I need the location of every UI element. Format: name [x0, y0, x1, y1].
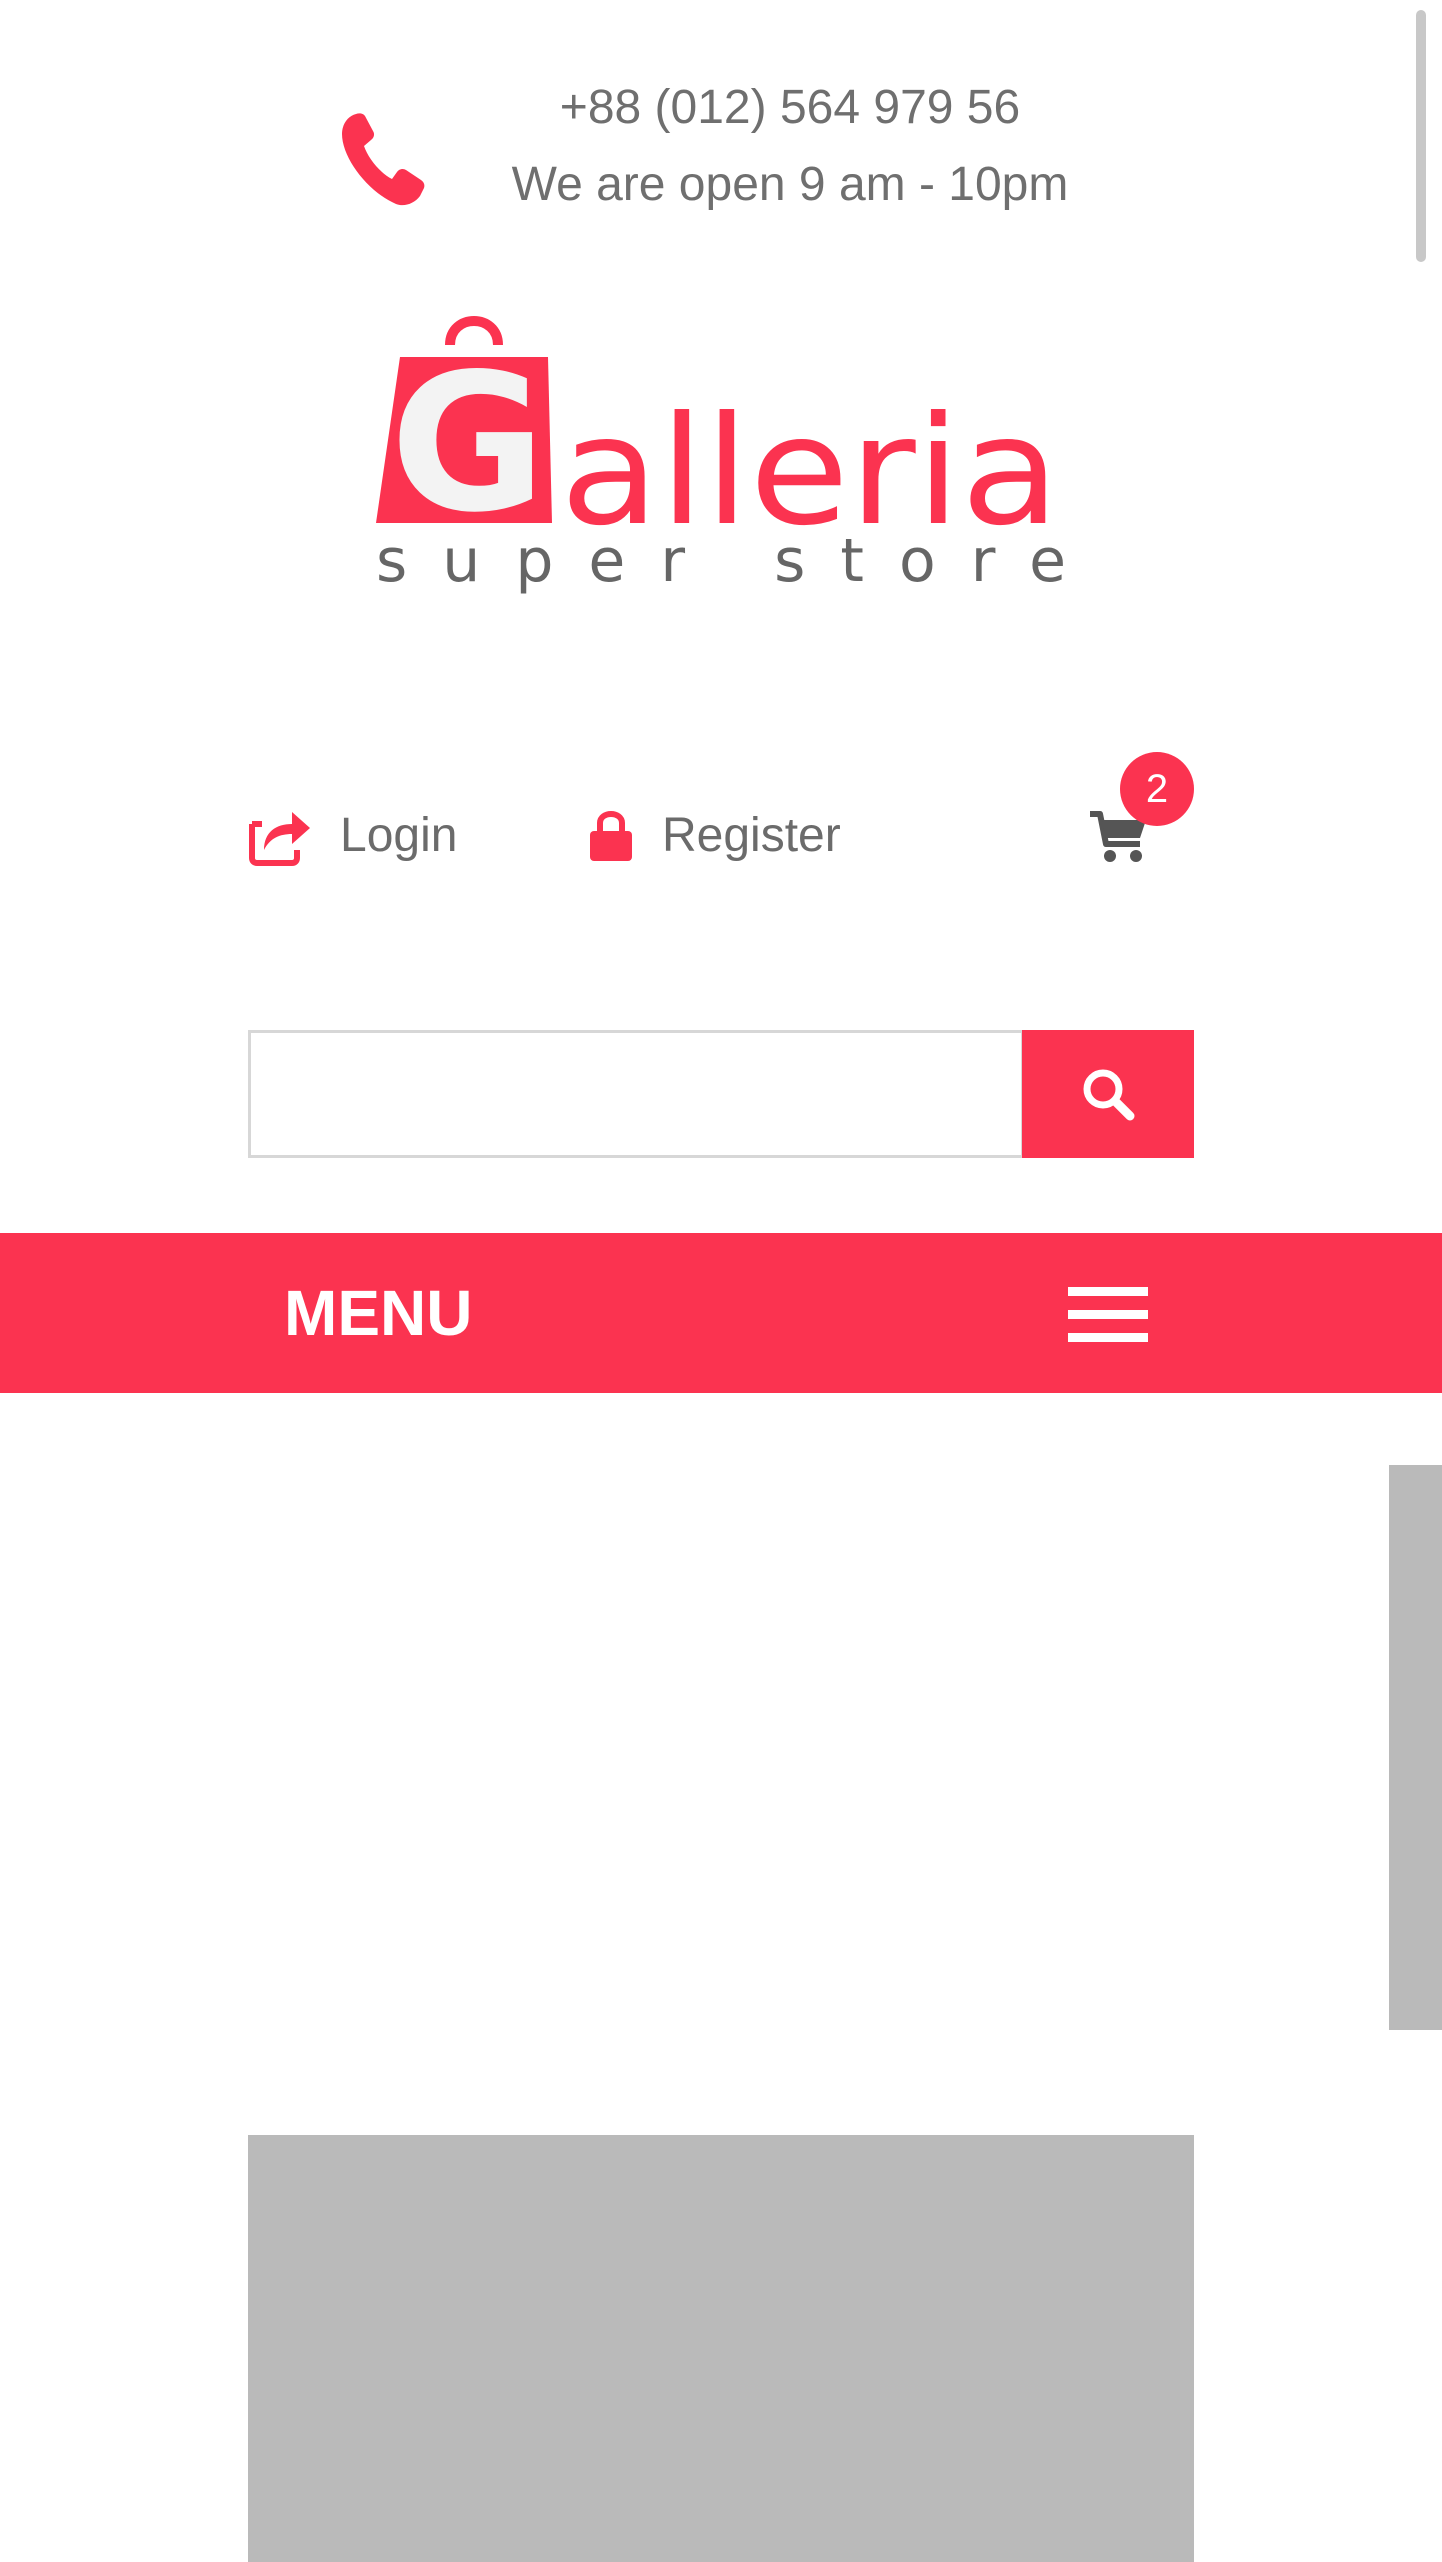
- galleria-logo[interactable]: G alleria super store: [370, 295, 1070, 595]
- lock-icon: [590, 811, 632, 861]
- phone-icon: [342, 113, 425, 206]
- opening-hours: We are open 9 am - 10pm: [511, 158, 1069, 211]
- banner-image-placeholder: [248, 2135, 1194, 2562]
- register-link[interactable]: Register: [588, 800, 841, 870]
- share-arrow-icon: [249, 812, 310, 866]
- hamburger-icon[interactable]: [1068, 1287, 1148, 1343]
- cart-count-badge: 2: [1120, 752, 1194, 826]
- search-button[interactable]: [1022, 1030, 1194, 1158]
- login-label: Login: [340, 808, 458, 862]
- menu-bar: [0, 1233, 1442, 1393]
- register-label: Register: [662, 808, 841, 862]
- login-link[interactable]: Login: [246, 800, 457, 870]
- side-image-placeholder: [1389, 1465, 1442, 2030]
- svg-text:G: G: [390, 333, 546, 554]
- page-scrollbar-thumb[interactable]: [1416, 10, 1426, 262]
- search-input[interactable]: [248, 1030, 1024, 1158]
- menu-label[interactable]: MENU: [284, 1273, 472, 1353]
- search-icon: [1083, 1069, 1135, 1121]
- phone-number: +88 (012) 564 979 56: [559, 81, 1021, 134]
